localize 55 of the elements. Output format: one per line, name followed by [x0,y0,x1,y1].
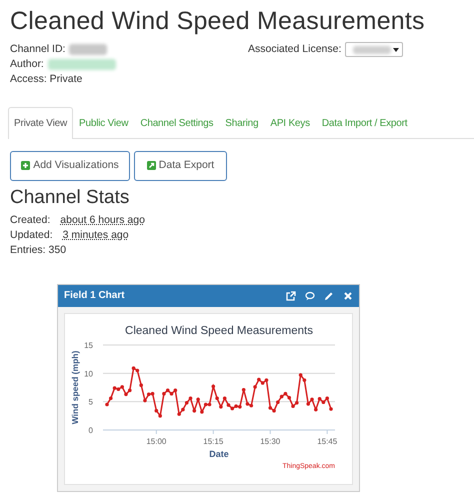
axis-tick-label: 0 [88,426,93,435]
axis-tick-label: 15 [84,340,93,350]
axis-tick-label: 10 [84,368,93,378]
data-point [253,384,257,388]
data-point [139,382,143,387]
info-label: Author: [10,57,44,72]
tab[interactable]: Public View [73,107,134,139]
axis-tick-label: 15:00 [146,436,166,446]
data-point [222,396,226,400]
data-point [215,396,219,400]
page-title: Cleaned Wind Speed Measurements [10,6,426,36]
data-point [196,397,200,401]
data-point [212,384,216,388]
stat-label: Updated: [10,228,53,243]
stat-label: Created: [10,212,50,228]
data-point [109,396,113,400]
plus-icon [21,161,30,170]
axis-tick-label: 15:30 [260,436,280,446]
data-point [219,404,223,408]
axis-title: Wind speed (mph) [70,350,80,424]
chart-title: Cleaned Wind Speed Measurements [125,324,313,337]
caret-icon[interactable] [393,48,400,52]
widget-title: Field 1 Chart [64,289,126,304]
data-point [329,406,333,410]
action-button[interactable]: Data Export [134,151,227,181]
stat-value: 3 minutes ago [62,228,129,243]
info-label: Access: Private [10,72,82,87]
redacted-value [69,44,108,55]
stat-label: Entries: 350 [10,242,68,258]
section-heading: Channel Stats [10,186,130,210]
pencil-icon[interactable] [324,290,334,301]
tab[interactable]: API Keys [264,107,316,139]
action-button[interactable]: Add Visualizations [10,151,130,181]
axis-tick-label: 5 [88,397,93,406]
tab[interactable]: Sharing [219,107,264,139]
data-point [276,400,280,404]
export-icon [146,161,156,170]
close-icon[interactable] [343,290,353,301]
license-label: Associated License: [248,42,342,57]
data-point [314,407,318,411]
data-point [200,410,204,414]
info-label: Channel ID: [10,42,66,57]
tab[interactable]: Private View [8,107,73,139]
data-point [143,398,147,402]
axis-tick-label: 15:15 [203,436,224,446]
comment-icon[interactable] [305,290,315,301]
axis-title: Date [209,448,229,459]
tab[interactable]: Data Import / Export [316,107,414,139]
stat-value: about 6 hours ago [60,212,145,228]
data-point [105,402,109,406]
data-point [192,408,196,412]
external-link-icon[interactable] [286,290,296,301]
data-point [242,388,246,392]
tab[interactable]: Channel Settings [134,107,220,139]
axis-tick-label: 15:45 [317,436,338,446]
